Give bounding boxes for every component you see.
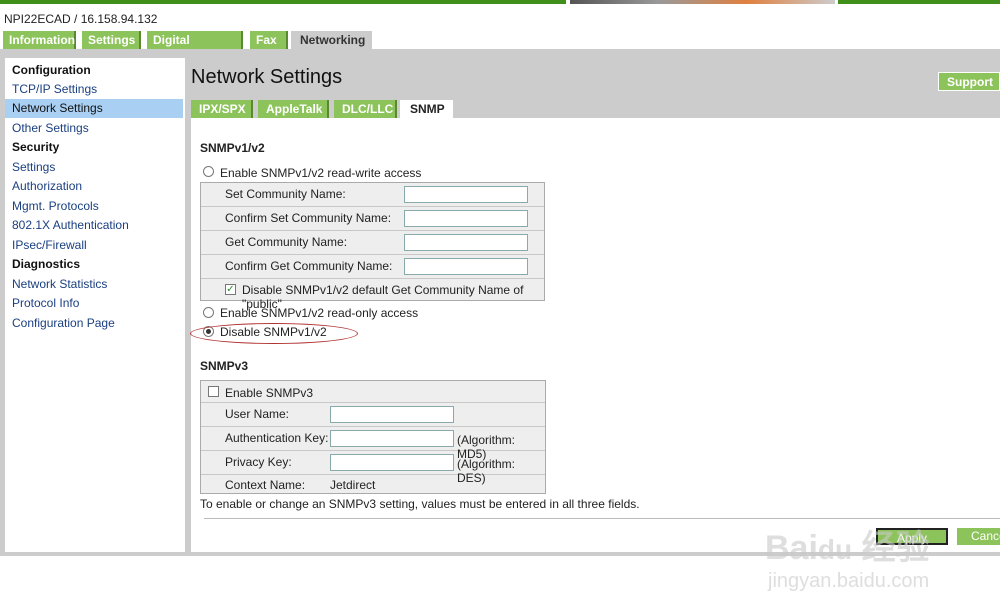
- enable-v3-row: Enable SNMPv3: [201, 381, 545, 403]
- sidebar-item-8021x[interactable]: 802.1X Authentication: [5, 216, 183, 235]
- sidebar-item-ipsec[interactable]: IPsec/Firewall: [5, 236, 183, 255]
- get-community-row: Get Community Name:: [201, 231, 544, 255]
- confirm-get-community-row: Confirm Get Community Name:: [201, 255, 544, 279]
- enable-snmpv3-checkbox[interactable]: [208, 386, 219, 397]
- privacy-key-input[interactable]: [330, 454, 454, 471]
- rw-access-radio[interactable]: [203, 166, 214, 177]
- snmpv3-note: To enable or change an SNMPv3 setting, v…: [200, 497, 640, 511]
- disable-public-checkbox[interactable]: ✓: [225, 284, 236, 295]
- sidebar-heading-security: Security: [12, 140, 60, 154]
- get-community-input[interactable]: [404, 234, 528, 251]
- community-table: Set Community Name: Confirm Set Communit…: [200, 182, 545, 311]
- banner-photo: [570, 0, 835, 4]
- subtab-ipx-spx[interactable]: IPX/SPX: [191, 100, 253, 118]
- confirm-set-community-row: Confirm Set Community Name:: [201, 207, 544, 231]
- user-name-label: User Name:: [225, 407, 290, 421]
- tab-digital-sending[interactable]: Digital Sending: [147, 31, 243, 61]
- context-row: Context Name: Jetdirect: [201, 475, 545, 494]
- tab-settings[interactable]: Settings: [82, 31, 141, 49]
- tab-fax[interactable]: Fax: [250, 31, 288, 49]
- auth-key-input[interactable]: [330, 430, 454, 447]
- cancel-button[interactable]: Cancel: [957, 528, 1000, 545]
- ro-access-radio[interactable]: [203, 307, 214, 318]
- auth-row: Authentication Key: (Algorithm: MD5): [201, 427, 545, 461]
- sidebar-item-configuration-page[interactable]: Configuration Page: [5, 314, 183, 333]
- context-name-label: Context Name:: [225, 478, 306, 492]
- subtab-snmp[interactable]: SNMP: [400, 100, 453, 118]
- confirm-get-community-label: Confirm Get Community Name:: [225, 259, 393, 273]
- sidebar-item-network-settings[interactable]: Network Settings: [5, 99, 183, 118]
- tab-networking[interactable]: Networking: [291, 31, 372, 49]
- public-row: ✓ Disable SNMPv1/v2 default Get Community…: [201, 279, 544, 311]
- user-name-input[interactable]: [330, 406, 454, 423]
- sidebar: Configuration TCP/IP Settings Network Se…: [5, 58, 185, 552]
- subtab-dlc-llc[interactable]: DLC/LLC: [334, 100, 397, 118]
- sidebar-item-network-statistics[interactable]: Network Statistics: [5, 275, 183, 294]
- sidebar-item-other-settings[interactable]: Other Settings: [5, 119, 183, 138]
- divider: [204, 518, 1000, 519]
- snmpv12-heading: SNMPv1/v2: [200, 141, 265, 155]
- sidebar-item-mgmt-protocols[interactable]: Mgmt. Protocols: [5, 197, 183, 216]
- baidu-watermark-logo: Baidu 经验: [765, 529, 930, 567]
- baidu-watermark-url: jingyan.baidu.com: [768, 570, 930, 592]
- support-button[interactable]: Support: [938, 72, 1000, 91]
- enable-snmpv3-label: Enable SNMPv3: [225, 386, 314, 400]
- sidebar-heading-configuration: Configuration: [12, 63, 91, 77]
- auth-key-label: Authentication Key:: [225, 431, 329, 445]
- set-community-row: Set Community Name:: [201, 183, 544, 207]
- get-community-label: Get Community Name:: [225, 235, 348, 249]
- ro-access-label: Enable SNMPv1/v2 read-only access: [220, 306, 419, 320]
- top-banner: [0, 0, 566, 4]
- device-breadcrumb: NPI22ECAD / 16.158.94.132: [4, 12, 158, 26]
- annotation-ellipse: [190, 323, 358, 344]
- sidebar-item-security-settings[interactable]: Settings: [5, 158, 183, 177]
- sidebar-item-protocol-info[interactable]: Protocol Info: [5, 294, 183, 313]
- set-community-input[interactable]: [404, 186, 528, 203]
- sidebar-item-authorization[interactable]: Authorization: [5, 177, 183, 196]
- page-title: Network Settings: [191, 66, 343, 88]
- top-banner-right: [838, 0, 1000, 4]
- rw-access-label: Enable SNMPv1/v2 read-write access: [220, 166, 422, 180]
- tab-information[interactable]: Information: [3, 31, 76, 49]
- privacy-row: Privacy Key: (Algorithm: DES): [201, 451, 545, 485]
- subtab-appletalk[interactable]: AppleTalk: [258, 100, 329, 118]
- snmpv3-heading: SNMPv3: [200, 359, 249, 373]
- sidebar-heading-diagnostics: Diagnostics: [12, 257, 81, 271]
- user-row: User Name:: [201, 403, 545, 427]
- confirm-get-community-input[interactable]: [404, 258, 528, 275]
- snmpv3-table: Enable SNMPv3 User Name: Authentication …: [200, 380, 546, 494]
- confirm-set-community-input[interactable]: [404, 210, 528, 227]
- set-community-label: Set Community Name:: [225, 187, 346, 201]
- sidebar-item-tcpip[interactable]: TCP/IP Settings: [5, 80, 183, 99]
- privacy-key-label: Privacy Key:: [225, 455, 292, 469]
- confirm-set-community-label: Confirm Set Community Name:: [225, 211, 392, 225]
- context-name-value: Jetdirect: [330, 478, 376, 492]
